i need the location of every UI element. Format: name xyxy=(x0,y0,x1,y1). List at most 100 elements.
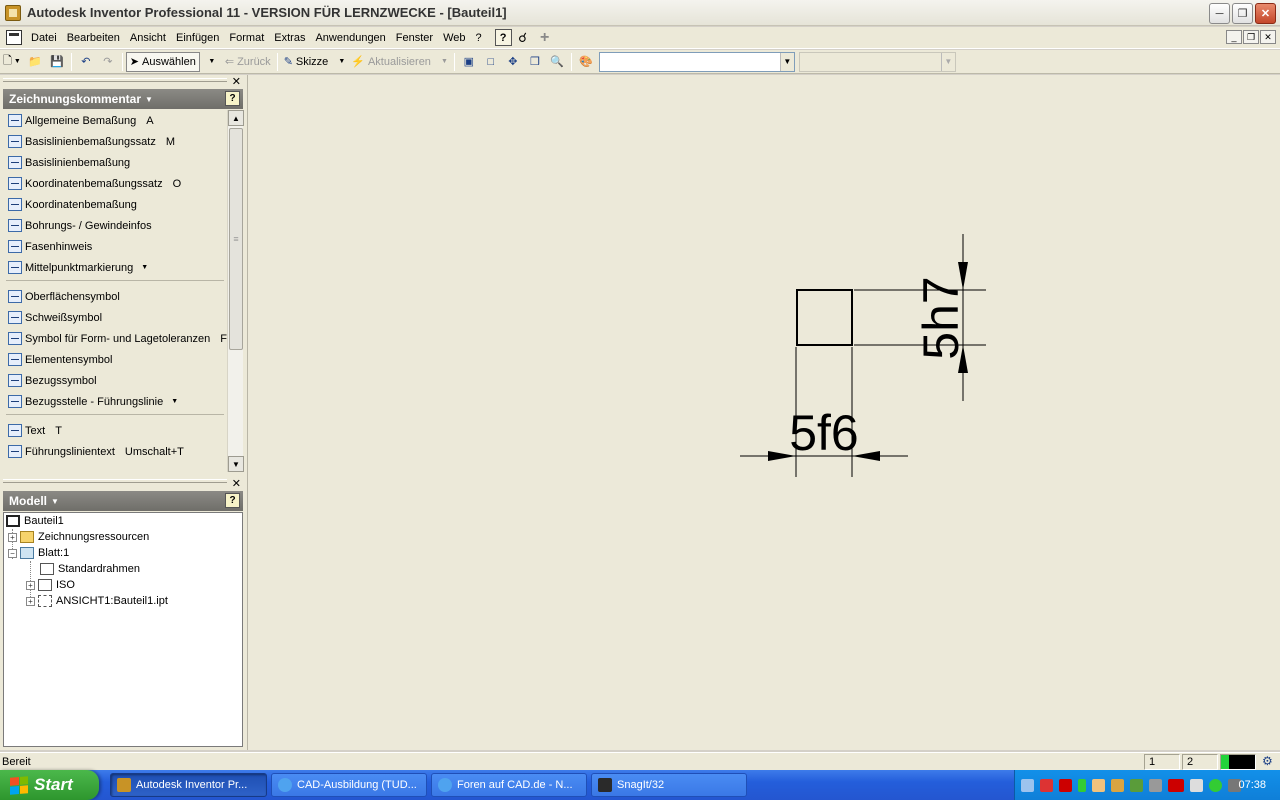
resize-grip-icon[interactable]: ⚙ xyxy=(1262,754,1273,768)
cmd-hole-thread-notes[interactable]: Bohrungs- / Gewindeinfos xyxy=(3,215,227,236)
battery-icon[interactable] xyxy=(1078,778,1086,792)
menu-einfuegen[interactable]: Einfügen xyxy=(171,32,224,44)
save-icon[interactable]: 💾 xyxy=(46,52,68,72)
zoom-window-icon[interactable]: □ xyxy=(480,52,502,72)
tree-item-border[interactable]: Standardrahmen xyxy=(40,561,140,577)
cmd-feature-control-frame[interactable]: Symbol für Form- und Lagetoleranzen F xyxy=(3,328,227,349)
tree-item-drawing-resources[interactable]: + Zeichnungsressourcen xyxy=(8,529,149,545)
menu-datei[interactable]: Datei xyxy=(26,32,62,44)
menu-help[interactable]: ? xyxy=(471,32,487,44)
cmd-weld-symbol[interactable]: Schweißsymbol xyxy=(3,307,227,328)
network-icon[interactable] xyxy=(1021,778,1034,792)
cmd-leader-text[interactable]: Führungslinientext Umschalt+T xyxy=(3,441,227,462)
sketch-button[interactable]: ✎ Skizze ▼ xyxy=(281,52,349,72)
layer-combobox[interactable]: ▼ xyxy=(798,51,956,72)
select-dropdown[interactable]: ▼ xyxy=(200,52,222,72)
menu-extras[interactable]: Extras xyxy=(269,32,310,44)
panel-grip[interactable] xyxy=(3,78,227,82)
cmd-center-mark[interactable]: Mittelpunktmarkierung ▼ xyxy=(3,257,227,278)
part-outline[interactable] xyxy=(796,289,853,346)
cmd-datum-symbol[interactable]: Bezugssymbol xyxy=(3,370,227,391)
panel-grip[interactable] xyxy=(3,479,227,483)
inventor-app-icon[interactable] xyxy=(5,4,21,21)
close-button[interactable]: ✕ xyxy=(1255,3,1276,24)
ati-icon[interactable] xyxy=(1168,778,1184,792)
plus-icon[interactable]: + xyxy=(534,28,556,48)
expand-icon[interactable]: + xyxy=(8,532,17,542)
horizontal-dimension-text[interactable]: 5f6 xyxy=(789,405,859,461)
style-paint-icon[interactable]: 🎨 xyxy=(575,52,597,72)
menu-anwendungen[interactable]: Anwendungen xyxy=(310,32,390,44)
tree-item-view[interactable]: + ANSICHT1:Bauteil1.ipt xyxy=(26,593,168,609)
cmd-chamfer-note[interactable]: Fasenhinweis xyxy=(3,236,227,257)
network-help-icon[interactable]: ☌ xyxy=(512,28,534,48)
security-icon[interactable] xyxy=(1040,778,1053,792)
clock[interactable]: 07:38 xyxy=(1238,779,1266,791)
open-folder-icon[interactable]: 📁 xyxy=(24,52,46,72)
tree-item-sheet[interactable]: − Blatt:1 xyxy=(8,545,69,561)
hand-icon[interactable] xyxy=(1092,778,1105,792)
back-button[interactable]: ⇐ Zurück xyxy=(222,52,274,72)
update-button[interactable]: ⚡ Aktualisieren ▼ xyxy=(348,52,451,72)
pan-icon[interactable]: ✥ xyxy=(502,52,524,72)
tree-item-drawing[interactable]: Bauteil1 xyxy=(6,513,64,529)
close-icon[interactable]: ✕ xyxy=(232,75,241,88)
menu-ansicht[interactable]: Ansicht xyxy=(125,32,171,44)
recycle-icon[interactable] xyxy=(1130,778,1143,792)
command-list-scrollbar[interactable]: ▲ ≡ ▼ xyxy=(227,110,244,472)
menu-web[interactable]: Web xyxy=(438,32,470,44)
menu-format[interactable]: Format xyxy=(224,32,269,44)
zoom-icon[interactable]: 🔍 xyxy=(546,52,568,72)
model-tree[interactable]: Bauteil1 + Zeichnungsressourcen − Blatt:… xyxy=(3,512,243,747)
help-icon[interactable]: ? xyxy=(225,493,240,508)
taskbar-item-snagit[interactable]: SnagIt/32 xyxy=(591,773,747,797)
menu-bearbeiten[interactable]: Bearbeiten xyxy=(62,32,125,44)
doc-minimize-button[interactable]: _ xyxy=(1226,30,1242,44)
chevron-down-icon[interactable]: ▼ xyxy=(779,52,794,71)
cmd-baseline-dimension-set[interactable]: Basislinienbemaßungssatz M xyxy=(3,131,227,152)
drawing-canvas[interactable]: 5f6 5h7 xyxy=(247,75,1280,750)
cmd-feature-identifier[interactable]: Elementensymbol xyxy=(3,349,227,370)
scroll-thumb[interactable]: ≡ xyxy=(229,128,243,350)
document-icon[interactable] xyxy=(6,30,22,45)
taskbar-item-browser-2[interactable]: Foren auf CAD.de - N... xyxy=(431,773,587,797)
new-file-icon[interactable]: 🗋 ▼ xyxy=(0,52,24,72)
status-green-icon[interactable] xyxy=(1209,778,1222,792)
taskbar-item-inventor[interactable]: Autodesk Inventor Pr... xyxy=(110,773,267,797)
style-combobox[interactable]: ▼ xyxy=(598,51,795,72)
select-button[interactable]: ➤ Auswählen xyxy=(125,51,200,72)
help-icon[interactable]: ? xyxy=(225,91,240,106)
chevron-down-icon[interactable]: ▼ xyxy=(171,398,178,405)
chevron-down-icon[interactable]: ▼ xyxy=(141,264,148,271)
cmd-ordinate-dimension[interactable]: Koordinatenbemaßung xyxy=(3,194,227,215)
doc-restore-button[interactable]: ❐ xyxy=(1243,30,1259,44)
cmd-baseline-dimension[interactable]: Basislinienbemaßung xyxy=(3,152,227,173)
taskbar-item-browser-1[interactable]: CAD-Ausbildung (TUD... xyxy=(271,773,427,797)
menu-fenster[interactable]: Fenster xyxy=(391,32,438,44)
scroll-up-icon[interactable]: ▲ xyxy=(228,110,244,126)
close-icon[interactable]: ✕ xyxy=(232,477,241,490)
zoom-all-icon[interactable]: ▣ xyxy=(458,52,480,72)
vertical-dimension-text[interactable]: 5h7 xyxy=(913,276,969,359)
cmd-datum-target-leader[interactable]: Bezugsstelle - Führungslinie ▼ xyxy=(3,391,227,412)
phone-icon[interactable] xyxy=(1149,778,1162,792)
doc-close-button[interactable]: ✕ xyxy=(1260,30,1276,44)
undo-icon[interactable]: ↶ xyxy=(75,52,97,72)
cmd-text[interactable]: Text T xyxy=(3,420,227,441)
power-icon[interactable] xyxy=(1190,778,1203,792)
cmd-surface-symbol[interactable]: Oberflächensymbol xyxy=(3,286,227,307)
restore-button[interactable]: ❐ xyxy=(1232,3,1253,24)
annotation-panel-header[interactable]: Zeichnungskommentar ▼ ? xyxy=(3,89,243,109)
tree-item-iso[interactable]: + ISO xyxy=(26,577,75,593)
scroll-down-icon[interactable]: ▼ xyxy=(228,456,244,472)
antivirus-icon[interactable] xyxy=(1059,778,1072,792)
chevron-down-icon[interactable]: ▼ xyxy=(940,52,955,71)
redo-icon[interactable]: ↷ xyxy=(97,52,119,72)
cmd-ordinate-dimension-set[interactable]: Koordinatenbemaßungssatz O xyxy=(3,173,227,194)
start-button[interactable]: Start xyxy=(0,770,99,800)
users-icon[interactable] xyxy=(1111,778,1124,792)
minimize-button[interactable]: ─ xyxy=(1209,3,1230,24)
zoom-selected-icon[interactable]: ❒ xyxy=(524,52,546,72)
collapse-icon[interactable]: − xyxy=(8,548,17,558)
cmd-general-dimension[interactable]: Allgemeine Bemaßung A xyxy=(3,110,227,131)
